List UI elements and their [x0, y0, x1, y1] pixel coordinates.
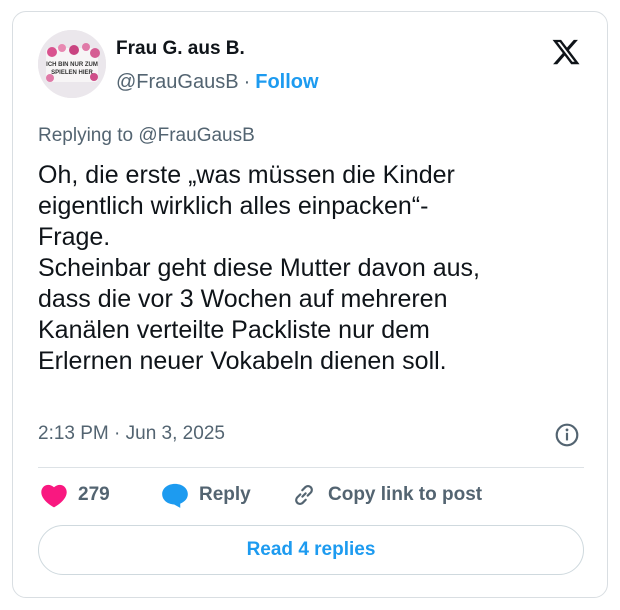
like-button[interactable]: 279 [40, 480, 110, 510]
avatar-text-line-1: ICH BIN NUR ZUM [46, 62, 98, 68]
info-icon[interactable] [554, 422, 580, 448]
like-count: 279 [78, 484, 110, 505]
heart-icon [41, 484, 67, 508]
separator-dot: · [243, 71, 251, 93]
avatar[interactable]: ICH BIN NUR ZUM SPIELEN HIER [38, 30, 106, 98]
copy-link-label: Copy link to post [328, 484, 483, 505]
tweet-card: ICH BIN NUR ZUM SPIELEN HIER Frau G. aus… [12, 11, 608, 598]
read-replies-button[interactable]: Read 4 replies [38, 525, 584, 575]
follow-button[interactable]: Follow [255, 71, 318, 93]
replying-to[interactable]: Replying to @FrauGausB [38, 125, 255, 147]
author-name[interactable]: Frau G. aus B. [116, 38, 245, 60]
copy-link-button[interactable]: Copy link to post [290, 480, 482, 510]
reply-label: Reply [199, 484, 251, 505]
tweet-text: Oh, die erste „was müssen die Kinder eig… [38, 161, 480, 375]
avatar-image: ICH BIN NUR ZUM SPIELEN HIER [38, 30, 106, 98]
handle-row: @FrauGausB · Follow [116, 71, 319, 94]
timestamp[interactable]: 2:13 PM · Jun 3, 2025 [38, 423, 225, 445]
link-icon [295, 485, 313, 505]
speech-bubble-icon [162, 483, 188, 508]
divider [38, 467, 584, 468]
avatar-text-line-2: SPIELEN HIER [51, 70, 93, 76]
x-logo-icon[interactable] [551, 37, 581, 67]
author-handle[interactable]: @FrauGausB [116, 71, 239, 93]
reply-button[interactable]: Reply [161, 480, 251, 510]
